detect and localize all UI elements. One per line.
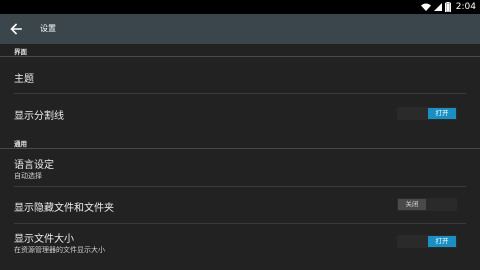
hidden-files-toggle[interactable]: 关闭 (397, 198, 457, 211)
setting-title: 主题 (14, 74, 34, 85)
section-header-label: 界面 (14, 48, 27, 56)
setting-row-language[interactable]: 语言设定 自动选择 (0, 149, 480, 187)
section-header-interface: 界面 (0, 44, 480, 57)
status-time: 2:04 (455, 2, 476, 12)
section-header-general: 通用 (0, 136, 480, 149)
setting-subtitle: 在资源管理器的文件显示大小 (14, 246, 105, 254)
status-bar: 2:04 (0, 0, 480, 14)
toggle-knob: 打开 (428, 108, 456, 119)
wifi-icon (420, 3, 431, 12)
file-size-toggle[interactable]: 打开 (397, 235, 457, 248)
signal-icon (433, 3, 442, 11)
toggle-knob: 关闭 (398, 199, 426, 210)
app-bar: 设置 (0, 14, 480, 44)
section-header-label: 通用 (14, 140, 27, 148)
setting-row-theme[interactable]: 主题 (0, 57, 480, 94)
setting-title: 显示文件大小 (14, 234, 74, 245)
setting-subtitle: 自动选择 (14, 172, 42, 180)
status-icons: 2:04 (420, 0, 476, 14)
setting-row-show-hidden[interactable]: 显示隐藏文件和文件夹 关闭 (0, 187, 480, 224)
setting-title: 显示分割线 (14, 111, 64, 122)
setting-row-show-size[interactable]: 显示文件大小 在资源管理器的文件显示大小 打开 (0, 224, 480, 270)
page-title: 设置 (40, 24, 56, 33)
back-button[interactable] (6, 19, 26, 39)
setting-title: 显示隐藏文件和文件夹 (14, 203, 114, 214)
settings-list: 界面 主题 显示分割线 打开 通用 语言设定 自动选择 显示隐藏文件和文件夹 关… (0, 44, 480, 270)
toggle-knob: 打开 (428, 236, 456, 247)
setting-row-show-divider[interactable]: 显示分割线 打开 (0, 94, 480, 132)
arrow-left-icon (10, 20, 22, 39)
divider-toggle[interactable]: 打开 (397, 107, 457, 120)
battery-icon (444, 2, 451, 12)
setting-title: 语言设定 (14, 160, 54, 171)
